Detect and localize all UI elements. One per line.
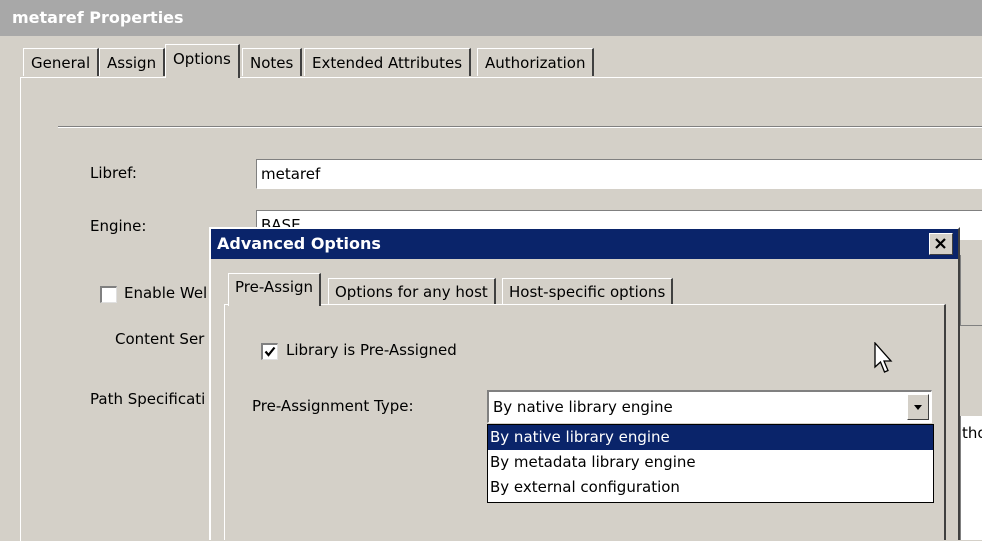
tab-notes[interactable]: Notes: [242, 48, 303, 76]
libref-input[interactable]: metaref: [256, 159, 982, 189]
tab-host-specific-options[interactable]: Host-specific options: [502, 278, 674, 304]
tab-authorization[interactable]: Authorization: [477, 48, 595, 76]
tab-options-any-host[interactable]: Options for any host: [328, 278, 496, 304]
preassigned-label: Library is Pre-Assigned: [286, 341, 457, 359]
dialog-title: Advanced Options: [211, 229, 958, 259]
tab-extended-attributes[interactable]: Extended Attributes: [304, 48, 472, 76]
tab-options[interactable]: Options: [165, 44, 240, 78]
chevron-down-icon: [914, 405, 922, 410]
side-text-fragment: tho: [962, 424, 982, 442]
preassigned-checkbox[interactable]: [261, 343, 278, 360]
side-panel: [960, 255, 982, 326]
path-spec-label: Path Specificati: [90, 390, 206, 408]
close-icon: [935, 238, 946, 249]
enable-checkbox[interactable]: [100, 286, 117, 303]
window-title: metaref Properties: [0, 0, 982, 36]
mouse-cursor-icon: [874, 342, 893, 373]
option-metadata-engine[interactable]: By metadata library engine: [488, 450, 933, 475]
libref-label: Libref:: [90, 164, 137, 182]
checkmark-icon: [264, 346, 276, 357]
close-button[interactable]: [929, 233, 953, 255]
tab-assign[interactable]: Assign: [99, 48, 166, 76]
enable-label: Enable Wel: [124, 284, 208, 302]
engine-label: Engine:: [90, 217, 147, 235]
content-server-label: Content Ser: [115, 330, 205, 348]
preassignment-type-label: Pre-Assignment Type:: [252, 397, 414, 415]
dropdown-button[interactable]: [907, 394, 929, 420]
tab-general[interactable]: General: [23, 48, 100, 76]
option-native-engine[interactable]: By native library engine: [488, 425, 933, 450]
dropdown-list: By native library engine By metadata lib…: [487, 424, 934, 503]
preassignment-type-select[interactable]: By native library engine: [487, 390, 932, 423]
tab-pre-assign[interactable]: Pre-Assign: [228, 273, 322, 306]
selected-value: By native library engine: [493, 398, 673, 416]
separator: [58, 126, 982, 128]
option-external-config[interactable]: By external configuration: [488, 475, 933, 500]
